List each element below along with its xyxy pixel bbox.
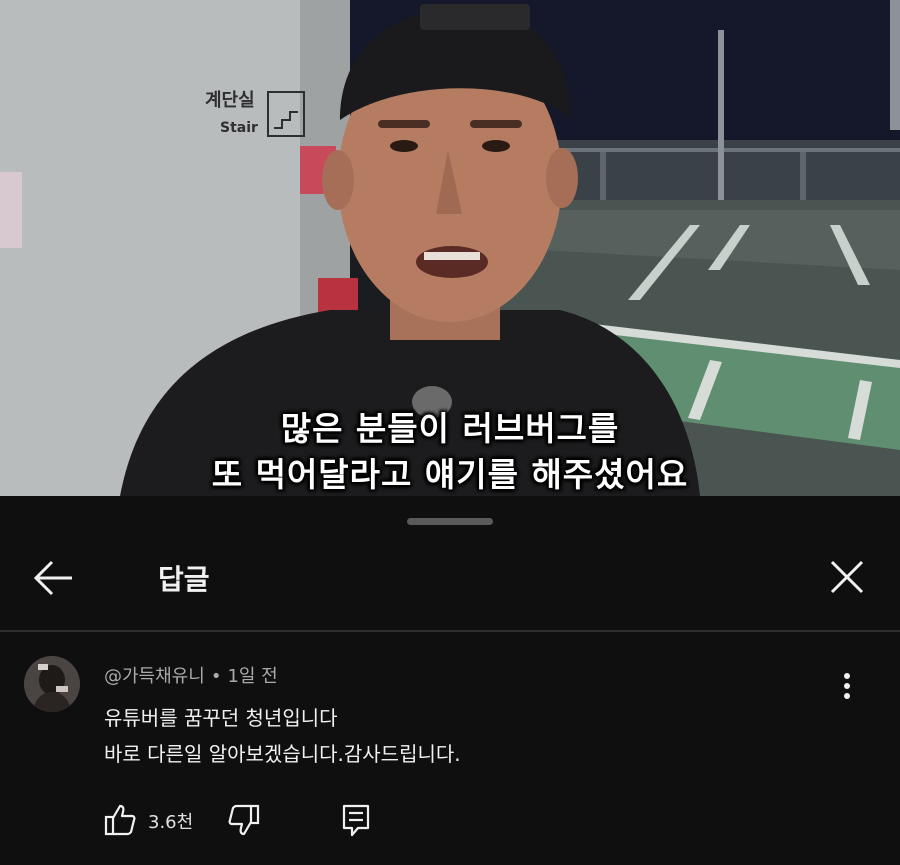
comment-text-line-2: 바로 다른일 알아보겠습니다.감사드립니다.	[104, 742, 461, 766]
close-button[interactable]	[824, 554, 870, 600]
comment-time: 1일 전	[227, 666, 278, 687]
like-count: 3.6천	[148, 812, 194, 833]
thumbs-up-icon	[104, 804, 136, 836]
dislike-button[interactable]	[226, 802, 262, 838]
like-button[interactable]	[102, 802, 138, 838]
subtitle-line-1: 많은 분들이 러브버그를	[280, 409, 620, 448]
more-vert-icon	[844, 673, 850, 699]
avatar-image	[24, 656, 80, 712]
arrow-left-icon	[33, 560, 72, 596]
reply-icon	[342, 804, 370, 837]
stair-sign-english: Stair	[220, 120, 258, 136]
avatar[interactable]	[24, 656, 80, 712]
video-player[interactable]: 계단실 Stair 많은 분들이 러브버그를 또 먹어달라고 얘기를 해주셨어요	[0, 0, 900, 496]
more-options-button[interactable]	[832, 670, 862, 702]
replies-panel: 답글 @가득채유니 • 1일 전 유튜버를 꿈꾸던 청년입니다 바로 다른일 알아보…	[0, 496, 900, 865]
back-button[interactable]	[28, 556, 80, 600]
panel-title: 답글	[158, 563, 210, 596]
comment-author[interactable]: @가득채유니	[104, 666, 205, 687]
comment-text-line-1: 유튜버를 꿈꾸던 청년입니다	[104, 706, 338, 730]
meta-separator: •	[210, 666, 222, 687]
header-divider	[0, 630, 900, 632]
reply-button[interactable]	[338, 802, 374, 838]
comment-meta: @가득채유니 • 1일 전	[104, 662, 278, 688]
subtitle-line-2: 또 먹어달라고 얘기를 해주셨어요	[211, 455, 689, 494]
stair-sign-korean: 계단실	[205, 90, 255, 111]
drag-handle[interactable]	[407, 518, 493, 525]
close-icon	[830, 560, 864, 594]
thumbs-down-icon	[228, 804, 260, 836]
